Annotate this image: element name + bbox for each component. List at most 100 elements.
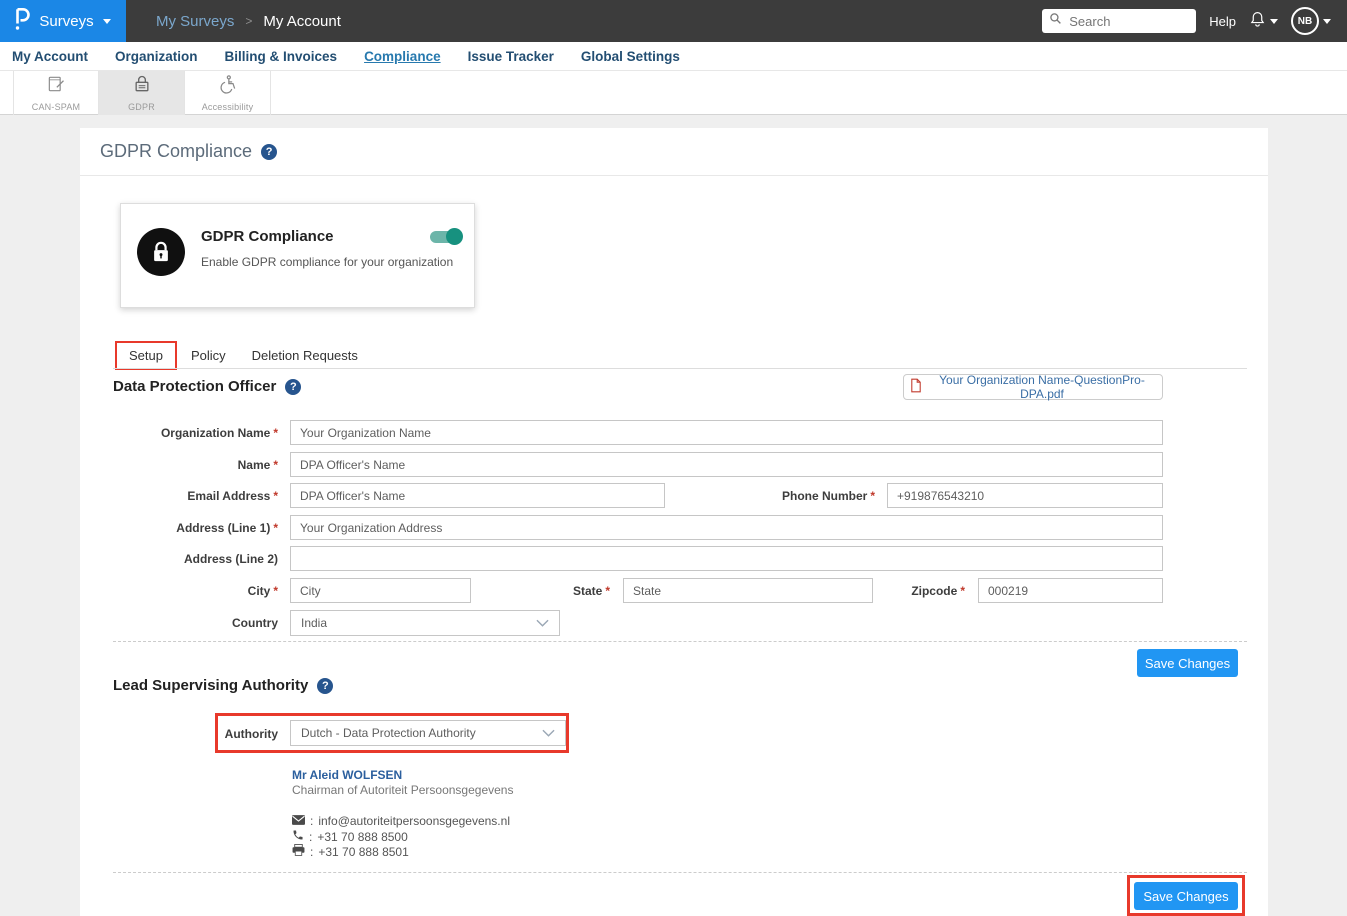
lock-badge-icon [137,228,185,276]
authority-label: Authority [140,727,278,741]
email-address-label: Email Address* [80,489,278,503]
email-address-field[interactable] [290,483,665,508]
phone-number-field[interactable] [887,483,1163,508]
top-bar-right: Help NB [1042,7,1347,35]
fax-icon [292,844,305,859]
organization-name-label: Organization Name* [80,426,278,440]
search-input[interactable] [1067,13,1189,30]
lsa-save-changes-button[interactable]: Save Changes [1134,882,1238,910]
dpo-help-icon[interactable]: ? [285,379,301,395]
help-link[interactable]: Help [1209,14,1236,29]
authority-contact-title: Chairman of Autoriteit Persoonsgegevens [292,783,513,797]
lsa-heading: Lead Supervising Authority ? [113,677,333,694]
tab-gdpr[interactable]: GDPR [99,71,185,115]
chevron-down-icon [1323,19,1331,24]
pdf-button-label: Your Organization Name-QuestionPro-DPA.p… [928,373,1156,401]
gdpr-compliance-screen: Surveys My Surveys > My Account Help [0,0,1347,916]
state-label: State* [510,584,610,598]
required-mark: * [273,489,278,503]
card-title: GDPR Compliance [201,228,334,245]
gdpr-toggle[interactable] [430,231,460,243]
tab-accessibility-label: Accessibility [202,102,254,112]
dpa-pdf-download-button[interactable]: Your Organization Name-QuestionPro-DPA.p… [903,374,1163,400]
bell-icon [1249,10,1266,33]
can-spam-icon [46,74,66,99]
nav-item-my-account[interactable]: My Account [12,49,88,64]
tab-accessibility[interactable]: Accessibility [185,71,271,115]
lsa-help-icon[interactable]: ? [317,678,333,694]
dpo-save-changes-button[interactable]: Save Changes [1137,649,1238,677]
nav-item-compliance[interactable]: Compliance [364,49,441,64]
avatar: NB [1291,7,1319,35]
address-line1-label: Address (Line 1)* [80,521,278,535]
nav-item-billing-invoices[interactable]: Billing & Invoices [225,49,338,64]
lsa-heading-text: Lead Supervising Authority [113,677,308,694]
product-switcher-label: Surveys [39,13,93,30]
authority-contact-email-line: : info@autoriteitpersoonsgegevens.nl [292,814,510,828]
gdpr-compliance-panel: GDPR Compliance ? GDPR Compliance Enable… [80,128,1268,916]
country-select[interactable]: India [290,610,560,636]
breadcrumb-separator: > [245,14,252,28]
tab-policy[interactable]: Policy [191,348,226,363]
country-label: Country [80,616,278,630]
required-mark: * [605,584,610,598]
required-mark: * [273,584,278,598]
breadcrumb-my-account: My Account [263,13,341,30]
authority-contact-email: info@autoriteitpersoonsgegevens.nl [318,814,510,828]
address-line2-label: Address (Line 2) [80,552,278,566]
required-mark: * [870,489,875,503]
authority-contact-phone-line: : +31 70 888 8500 [292,829,408,844]
tab-can-spam[interactable]: CAN-SPAM [13,71,99,115]
zipcode-label: Zipcode* [865,584,965,598]
nav-item-organization[interactable]: Organization [115,49,198,64]
chevron-down-icon [536,616,549,630]
dpo-heading-text: Data Protection Officer [113,378,276,395]
tab-setup[interactable]: Setup [115,341,177,370]
tab-deletion-requests[interactable]: Deletion Requests [252,348,358,363]
chevron-down-icon [1270,19,1278,24]
top-bar: Surveys My Surveys > My Account Help [0,0,1347,42]
name-field[interactable] [290,452,1163,477]
accessibility-icon [218,74,238,99]
required-mark: * [273,458,278,472]
organization-name-field[interactable] [290,420,1163,445]
dpo-heading: Data Protection Officer ? [113,378,301,395]
address-line2-field[interactable] [290,546,1163,571]
nav-item-issue-tracker[interactable]: Issue Tracker [468,49,554,64]
name-label: Name* [80,458,278,472]
page-help-icon[interactable]: ? [261,144,277,160]
gdpr-sub-tabs: Setup Policy Deletion Requests [115,341,358,370]
notifications-button[interactable] [1249,10,1278,33]
breadcrumb: My Surveys > My Account [156,13,341,30]
authority-select-value: Dutch - Data Protection Authority [301,726,476,740]
required-mark: * [960,584,965,598]
city-field[interactable] [290,578,471,603]
page-title: GDPR Compliance ? [100,141,277,162]
phone-icon [292,829,304,844]
nav-item-global-settings[interactable]: Global Settings [581,49,680,64]
chevron-down-icon [542,726,555,740]
page-title-text: GDPR Compliance [100,141,252,162]
sub-tabs-divider [113,368,1247,369]
product-switcher-button[interactable]: Surveys [0,0,126,42]
authority-contact-phone: +31 70 888 8500 [317,830,407,844]
user-menu-button[interactable]: NB [1291,7,1331,35]
tab-gdpr-label: GDPR [128,102,155,112]
compliance-tab-strip: CAN-SPAM GDPR Ac [0,71,1347,115]
address-line1-field[interactable] [290,515,1163,540]
breadcrumb-my-surveys[interactable]: My Surveys [156,13,234,30]
dpo-section-divider [113,641,1247,642]
gdpr-lock-icon [132,74,152,99]
required-mark: * [273,521,278,535]
authority-contact-name: Mr Aleid WOLFSEN [292,768,402,782]
state-field[interactable] [623,578,873,603]
authority-select[interactable]: Dutch - Data Protection Authority [290,720,566,746]
email-icon [292,814,305,828]
zipcode-field[interactable] [978,578,1163,603]
title-divider [80,175,1268,176]
lsa-section-divider [113,872,1247,873]
gdpr-toggle-knob [446,228,463,245]
search-icon [1049,12,1062,30]
search-box[interactable] [1042,9,1196,33]
country-select-value: India [301,616,327,630]
